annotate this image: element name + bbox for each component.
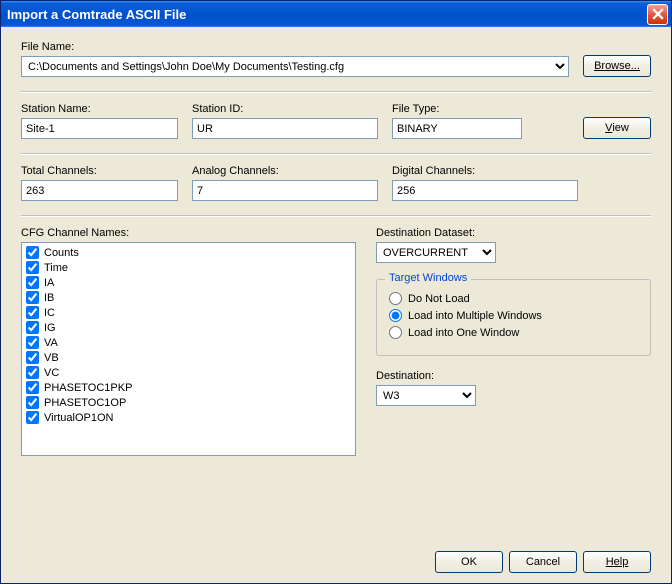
cfg-label: CFG Channel Names: xyxy=(21,227,356,239)
digital-channels-input[interactable] xyxy=(392,180,578,201)
list-item-checkbox[interactable] xyxy=(26,291,39,304)
divider xyxy=(21,91,651,93)
radio-row[interactable]: Load into Multiple Windows xyxy=(389,309,638,322)
radio-input[interactable] xyxy=(389,292,402,305)
list-item[interactable]: IG xyxy=(24,320,353,335)
radio-label: Do Not Load xyxy=(408,293,470,305)
list-item-label: IC xyxy=(44,307,55,319)
total-channels-label: Total Channels: xyxy=(21,165,178,177)
dataset-select[interactable]: OVERCURRENT xyxy=(376,242,496,263)
radio-input[interactable] xyxy=(389,326,402,339)
list-item-label: VB xyxy=(44,352,59,364)
destination-label: Destination: xyxy=(376,370,651,382)
file-type-label: File Type: xyxy=(392,103,522,115)
list-item-checkbox[interactable] xyxy=(26,306,39,319)
cancel-button[interactable]: Cancel xyxy=(509,551,577,573)
radio-row[interactable]: Do Not Load xyxy=(389,292,638,305)
list-item[interactable]: VA xyxy=(24,335,353,350)
list-item-checkbox[interactable] xyxy=(26,336,39,349)
close-icon xyxy=(652,8,664,20)
file-type-input[interactable] xyxy=(392,118,522,139)
list-item[interactable]: PHASETOC1OP xyxy=(24,395,353,410)
radio-label: Load into Multiple Windows xyxy=(408,310,542,322)
cfg-listbox[interactable]: Counts Time IA IB IC IG VA VB VC PHASETOC1PKP PHAS… xyxy=(21,242,356,456)
destination-select[interactable]: W3 xyxy=(376,385,476,406)
station-id-input[interactable] xyxy=(192,118,378,139)
content-area: File Name: C:\Documents and Settings\Joh… xyxy=(1,27,671,583)
list-item[interactable]: IA xyxy=(24,275,353,290)
list-item[interactable]: Counts xyxy=(24,245,353,260)
list-item-label: VC xyxy=(44,367,59,379)
list-item-label: VA xyxy=(44,337,58,349)
target-windows-group: Target Windows Do Not LoadLoad into Mult… xyxy=(376,279,651,356)
close-button[interactable] xyxy=(647,4,668,25)
titlebar: Import a Comtrade ASCII File xyxy=(1,1,671,27)
list-item[interactable]: Time xyxy=(24,260,353,275)
station-name-label: Station Name: xyxy=(21,103,178,115)
view-button[interactable]: View xyxy=(583,117,651,139)
list-item-label: Time xyxy=(44,262,68,274)
list-item-label: PHASETOC1PKP xyxy=(44,382,132,394)
list-item[interactable]: VirtualOP1ON xyxy=(24,410,353,425)
list-item[interactable]: IB xyxy=(24,290,353,305)
dialog-window: Import a Comtrade ASCII File File Name: … xyxy=(0,0,672,584)
list-item[interactable]: PHASETOC1PKP xyxy=(24,380,353,395)
list-item-checkbox[interactable] xyxy=(26,261,39,274)
list-item-checkbox[interactable] xyxy=(26,366,39,379)
total-channels-input[interactable] xyxy=(21,180,178,201)
target-windows-title: Target Windows xyxy=(385,272,471,284)
help-button[interactable]: Help xyxy=(583,551,651,573)
list-item[interactable]: VC xyxy=(24,365,353,380)
list-item-label: PHASETOC1OP xyxy=(44,397,126,409)
station-name-input[interactable] xyxy=(21,118,178,139)
list-item-checkbox[interactable] xyxy=(26,351,39,364)
list-item-label: IB xyxy=(44,292,54,304)
radio-row[interactable]: Load into One Window xyxy=(389,326,638,339)
browse-button[interactable]: Browse... xyxy=(583,55,651,77)
radio-label: Load into One Window xyxy=(408,327,519,339)
digital-channels-label: Digital Channels: xyxy=(392,165,578,177)
analog-channels-input[interactable] xyxy=(192,180,378,201)
list-item-label: VirtualOP1ON xyxy=(44,412,114,424)
list-item[interactable]: IC xyxy=(24,305,353,320)
filename-label: File Name: xyxy=(21,41,569,53)
list-item-label: IA xyxy=(44,277,54,289)
dialog-title: Import a Comtrade ASCII File xyxy=(7,7,647,22)
dataset-label: Destination Dataset: xyxy=(376,227,651,239)
analog-channels-label: Analog Channels: xyxy=(192,165,378,177)
list-item-checkbox[interactable] xyxy=(26,411,39,424)
ok-button[interactable]: OK xyxy=(435,551,503,573)
list-item-checkbox[interactable] xyxy=(26,381,39,394)
radio-input[interactable] xyxy=(389,309,402,322)
list-item-checkbox[interactable] xyxy=(26,396,39,409)
station-id-label: Station ID: xyxy=(192,103,378,115)
list-item-checkbox[interactable] xyxy=(26,246,39,259)
list-item-checkbox[interactable] xyxy=(26,321,39,334)
list-item[interactable]: VB xyxy=(24,350,353,365)
divider xyxy=(21,153,651,155)
footer: OK Cancel Help xyxy=(21,539,651,573)
list-item-label: Counts xyxy=(44,247,79,259)
filename-input[interactable]: C:\Documents and Settings\John Doe\My Do… xyxy=(21,56,569,77)
list-item-checkbox[interactable] xyxy=(26,276,39,289)
list-item-label: IG xyxy=(44,322,56,334)
divider xyxy=(21,215,651,217)
